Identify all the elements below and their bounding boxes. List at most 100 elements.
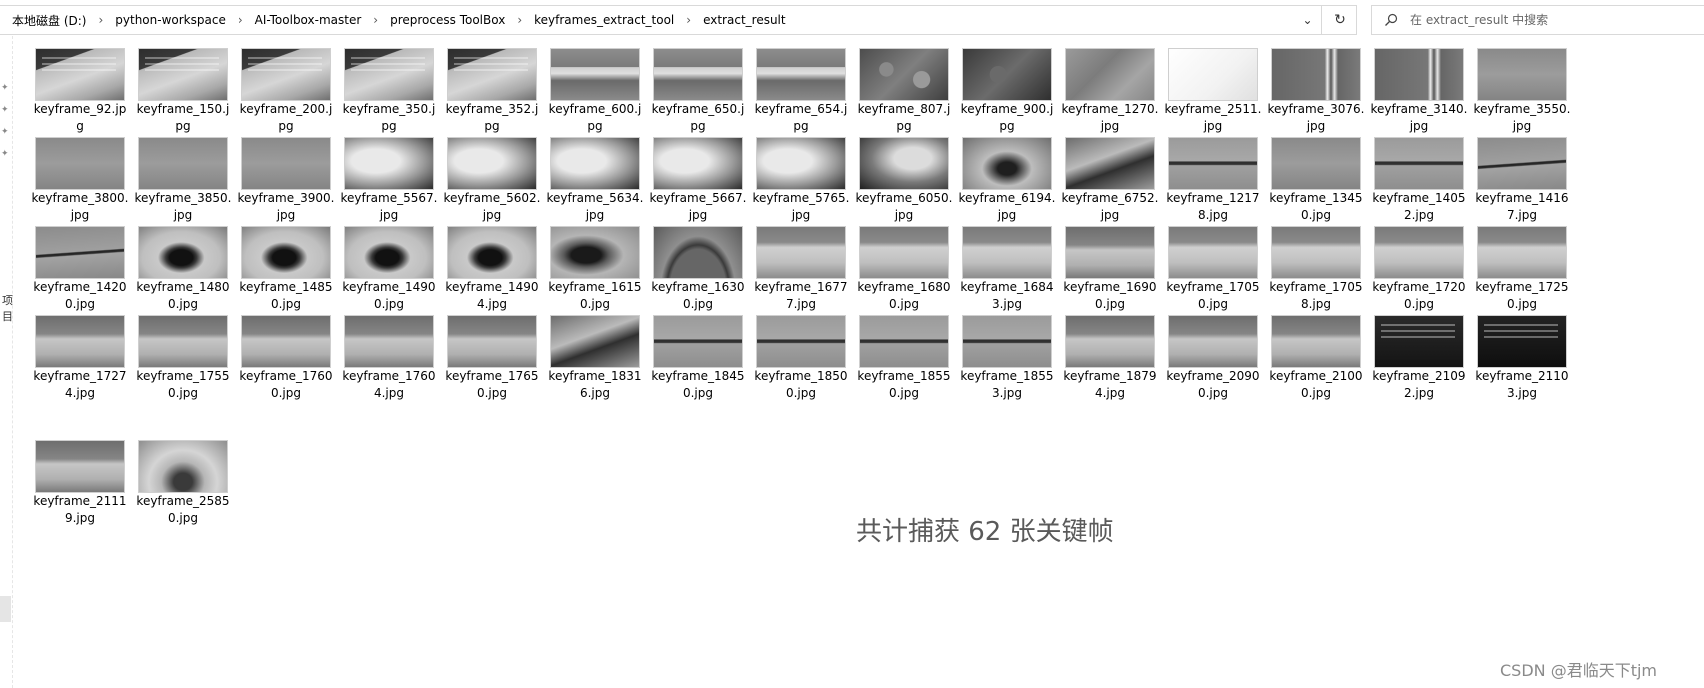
file-item[interactable]: keyframe_3550. jpg	[1467, 48, 1570, 138]
file-item[interactable]: keyframe_1879 4.jpg	[1055, 315, 1157, 405]
chevron-right-icon[interactable]: ›	[509, 13, 530, 27]
file-item[interactable]: keyframe_654.j pg	[746, 48, 847, 138]
file-item[interactable]: keyframe_1760 0.jpg	[231, 315, 333, 405]
file-item[interactable]: keyframe_600.j pg	[540, 48, 641, 138]
pin-icon[interactable]: ✦	[1, 105, 11, 115]
file-item[interactable]: keyframe_1420 0.jpg	[25, 226, 127, 316]
pin-icon[interactable]: ✦	[1, 149, 11, 159]
file-item[interactable]: keyframe_1680 0.jpg	[849, 226, 951, 316]
file-item[interactable]: keyframe_1677 7.jpg	[746, 226, 848, 316]
file-thumbnail	[138, 137, 228, 190]
file-item[interactable]: keyframe_2100 0.jpg	[1261, 315, 1363, 405]
file-name-line: keyframe_1855	[960, 369, 1054, 383]
file-item[interactable]: keyframe_1217 8.jpg	[1158, 137, 1260, 227]
breadcrumb-item[interactable]: python-workspace	[111, 13, 230, 27]
chevron-right-icon[interactable]: ›	[678, 13, 699, 27]
file-item[interactable]: keyframe_1485 0.jpg	[231, 226, 333, 316]
file-name-line: 0.jpg	[1197, 386, 1229, 400]
file-item[interactable]: keyframe_1727 4.jpg	[25, 315, 127, 405]
file-item[interactable]: keyframe_2585 0.jpg	[128, 440, 230, 530]
file-item[interactable]: keyframe_200.j pg	[231, 48, 332, 138]
file-item[interactable]: keyframe_5765. jpg	[746, 137, 849, 227]
file-item[interactable]: keyframe_2111 9.jpg	[25, 440, 127, 530]
file-item[interactable]: keyframe_3850. jpg	[128, 137, 231, 227]
file-thumbnail	[1065, 315, 1155, 368]
file-name-line: jpg	[1306, 119, 1326, 133]
file-item[interactable]: keyframe_1765 0.jpg	[437, 315, 539, 405]
file-item[interactable]: keyframe_2090 0.jpg	[1158, 315, 1260, 405]
search-box[interactable]	[1371, 5, 1704, 35]
file-item[interactable]: keyframe_1270. jpg	[1055, 48, 1158, 138]
file-item[interactable]: keyframe_352.j pg	[437, 48, 538, 138]
file-item[interactable]: keyframe_1630 0.jpg	[643, 226, 745, 316]
file-item[interactable]: keyframe_2109 2.jpg	[1364, 315, 1466, 405]
file-item[interactable]: keyframe_350.j pg	[334, 48, 435, 138]
file-item[interactable]: keyframe_1684 3.jpg	[952, 226, 1054, 316]
file-item[interactable]: keyframe_150.j pg	[128, 48, 229, 138]
file-name-line: keyframe_1615	[548, 280, 642, 294]
chevron-right-icon[interactable]: ›	[365, 13, 386, 27]
file-item[interactable]: keyframe_650.j pg	[643, 48, 744, 138]
address-dropdown-button[interactable]: ⌄	[1294, 6, 1322, 34]
file-thumbnail	[241, 137, 331, 190]
file-item[interactable]: keyframe_5567. jpg	[334, 137, 437, 227]
file-item[interactable]: keyframe_1845 0.jpg	[643, 315, 745, 405]
file-item[interactable]: keyframe_92.jp g	[25, 48, 126, 138]
file-item[interactable]: keyframe_1705 8.jpg	[1261, 226, 1363, 316]
file-item[interactable]: keyframe_1705 0.jpg	[1158, 226, 1260, 316]
breadcrumb-item[interactable]: preprocess ToolBox	[386, 13, 509, 27]
pin-icon[interactable]: ✦	[1, 127, 11, 137]
file-item[interactable]: keyframe_5602. jpg	[437, 137, 540, 227]
nav-scrollbar-thumb[interactable]	[0, 596, 11, 622]
file-item[interactable]: keyframe_1345 0.jpg	[1261, 137, 1363, 227]
nav-item-label[interactable]: 项目	[0, 292, 13, 324]
file-name-line: jpg	[1409, 119, 1429, 133]
file-item[interactable]: keyframe_1725 0.jpg	[1467, 226, 1569, 316]
file-name-line: keyframe_1690	[1063, 280, 1157, 294]
file-item[interactable]: keyframe_5634. jpg	[540, 137, 643, 227]
breadcrumb-item[interactable]: 本地磁盘 (D:)	[8, 12, 90, 29]
file-item[interactable]: keyframe_1480 0.jpg	[128, 226, 230, 316]
file-item[interactable]: keyframe_3140. jpg	[1364, 48, 1467, 138]
file-item[interactable]: keyframe_807.j pg	[849, 48, 950, 138]
file-item[interactable]: keyframe_2110 3.jpg	[1467, 315, 1569, 405]
file-name-line: 0.jpg	[167, 297, 199, 311]
chevron-right-icon[interactable]: ›	[90, 13, 111, 27]
file-name-line: jpg	[70, 208, 90, 222]
breadcrumb-item[interactable]: extract_result	[699, 13, 790, 27]
file-item[interactable]: keyframe_1690 0.jpg	[1055, 226, 1157, 316]
file-item[interactable]: keyframe_1850 0.jpg	[746, 315, 848, 405]
file-name-line: g	[76, 119, 84, 133]
file-item[interactable]: keyframe_1490 4.jpg	[437, 226, 539, 316]
refresh-button[interactable]: ↻	[1324, 6, 1356, 34]
file-item[interactable]: keyframe_1831 6.jpg	[540, 315, 642, 405]
file-item[interactable]: keyframe_6194. jpg	[952, 137, 1055, 227]
file-item[interactable]: keyframe_1855 0.jpg	[849, 315, 951, 405]
file-item[interactable]: keyframe_1615 0.jpg	[540, 226, 642, 316]
file-item[interactable]: keyframe_2511. jpg	[1158, 48, 1261, 138]
file-item[interactable]: keyframe_6752. jpg	[1055, 137, 1158, 227]
pin-icon[interactable]: ✦	[1, 83, 11, 93]
breadcrumb-item[interactable]: keyframes_extract_tool	[530, 13, 678, 27]
file-item[interactable]: keyframe_3900. jpg	[231, 137, 334, 227]
file-item[interactable]: keyframe_5667. jpg	[643, 137, 746, 227]
search-input[interactable]	[1410, 10, 1690, 30]
file-item[interactable]: keyframe_1720 0.jpg	[1364, 226, 1466, 316]
file-item[interactable]: keyframe_1490 0.jpg	[334, 226, 436, 316]
file-item[interactable]: keyframe_1405 2.jpg	[1364, 137, 1466, 227]
file-item[interactable]: keyframe_1855 3.jpg	[952, 315, 1054, 405]
file-item[interactable]: keyframe_1416 7.jpg	[1467, 137, 1569, 227]
file-thumbnail	[241, 226, 331, 279]
file-item[interactable]: keyframe_900.j pg	[952, 48, 1053, 138]
file-item[interactable]: keyframe_1755 0.jpg	[128, 315, 230, 405]
file-name-line: keyframe_1845	[651, 369, 745, 383]
chevron-right-icon[interactable]: ›	[230, 13, 251, 27]
file-item[interactable]: keyframe_1760 4.jpg	[334, 315, 436, 405]
file-item[interactable]: keyframe_3076. jpg	[1261, 48, 1364, 138]
breadcrumb-item[interactable]: AI-Toolbox-master	[251, 13, 366, 27]
file-thumbnail	[1374, 315, 1464, 368]
file-item[interactable]: keyframe_6050. jpg	[849, 137, 952, 227]
address-bar[interactable]: 本地磁盘 (D:) › python-workspace › AI-Toolbox-ma…	[0, 5, 1357, 35]
file-item[interactable]: keyframe_3800. jpg	[25, 137, 128, 227]
file-name-line: keyframe_1490	[445, 280, 539, 294]
